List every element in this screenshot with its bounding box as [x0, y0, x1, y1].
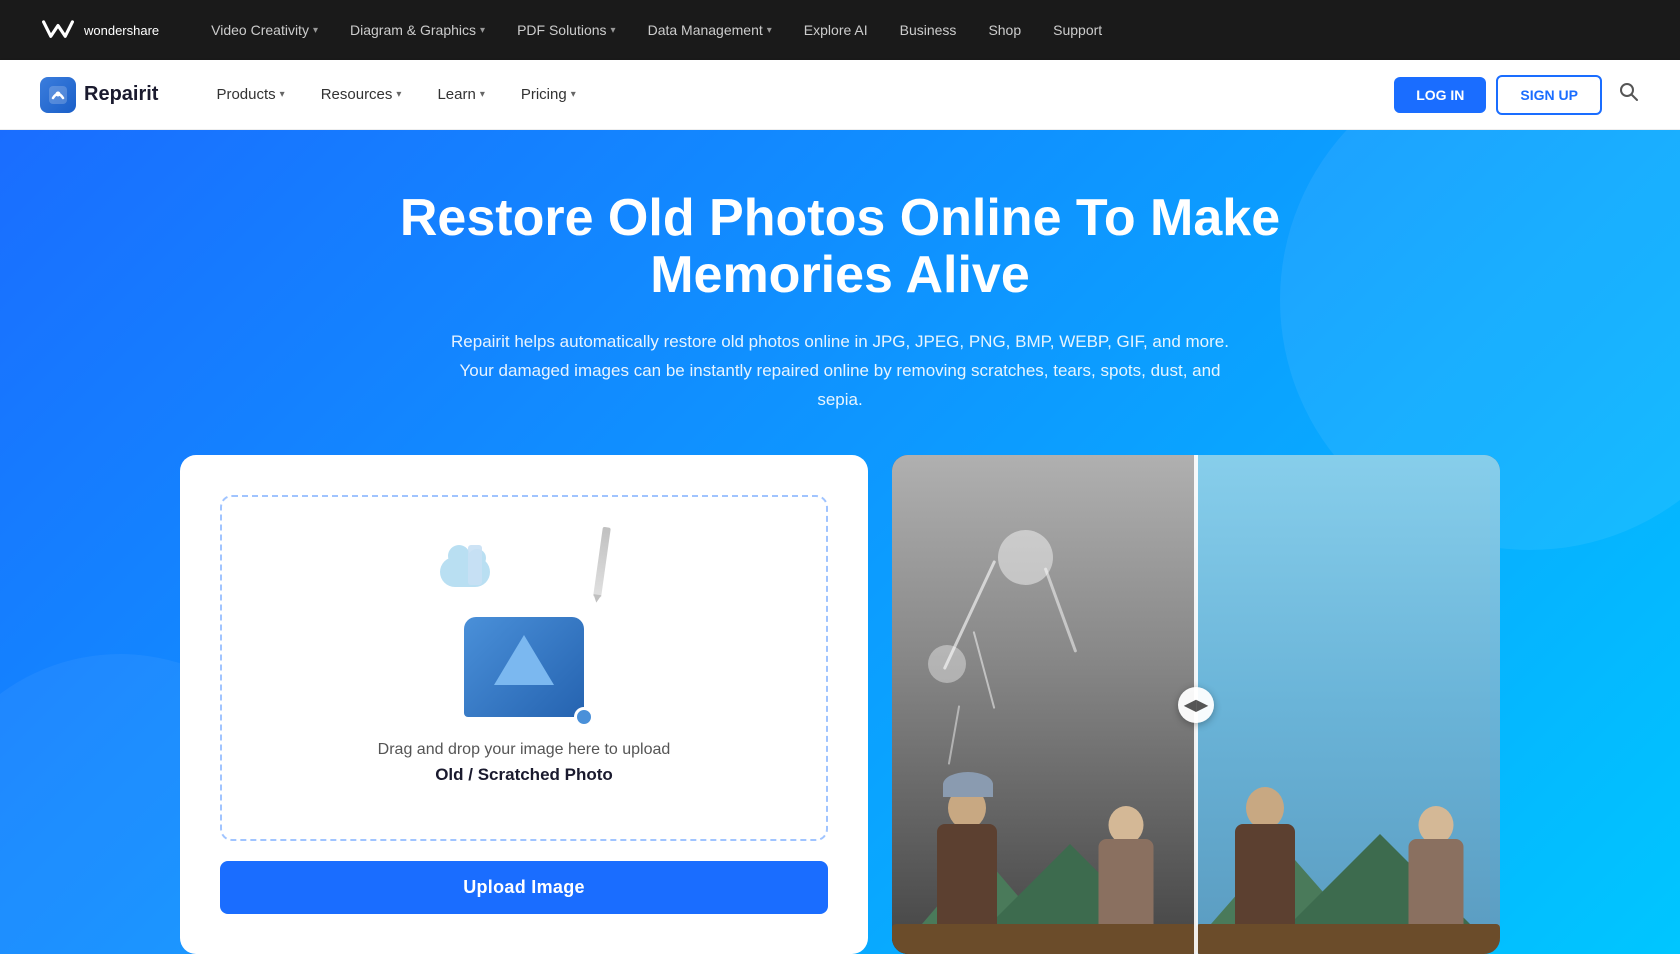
dot-decoration — [574, 707, 594, 727]
sec-nav-products[interactable]: Products ▾ — [198, 60, 302, 130]
drag-drop-label: Drag and drop your image here to upload — [378, 741, 671, 759]
sec-nav-pricing[interactable]: Pricing ▾ — [503, 60, 594, 130]
upload-type-label: Old / Scratched Photo — [435, 765, 613, 785]
triangle-icon — [494, 635, 554, 685]
hero-content-area: Drag and drop your image here to upload … — [180, 455, 1500, 954]
upload-image-button[interactable]: Upload Image — [220, 861, 828, 914]
signup-button[interactable]: SIGN UP — [1496, 75, 1602, 115]
chevron-down-icon: ▾ — [313, 25, 318, 36]
top-navigation: wondershare Video Creativity ▾ Diagram &… — [0, 0, 1680, 60]
wrench-icon — [468, 545, 482, 585]
chevron-down-icon: ▾ — [396, 89, 401, 100]
logo-text: wondershare — [84, 23, 159, 38]
after-image — [1196, 455, 1500, 954]
bench-before — [892, 924, 1196, 954]
box-illustration — [464, 617, 584, 717]
chevron-down-icon: ▾ — [480, 25, 485, 36]
sec-nav-resources[interactable]: Resources ▾ — [303, 60, 420, 130]
nav-item-shop[interactable]: Shop — [988, 22, 1021, 38]
cloud-icon — [440, 557, 490, 587]
chevron-down-icon: ▾ — [611, 25, 616, 36]
nav-item-explore-ai[interactable]: Explore AI — [804, 22, 868, 38]
wondershare-logo[interactable]: wondershare — [40, 16, 159, 44]
pencil-icon — [593, 527, 611, 597]
person-head-left — [948, 787, 986, 829]
upload-panel: Drag and drop your image here to upload … — [180, 455, 868, 954]
hero-subtitle: Repairit helps automatically restore old… — [450, 328, 1230, 415]
before-image — [892, 455, 1196, 954]
nav-item-pdf-solutions[interactable]: PDF Solutions ▾ — [517, 22, 616, 38]
chevron-down-icon: ▾ — [767, 25, 772, 36]
nav-item-video-creativity[interactable]: Video Creativity ▾ — [211, 22, 318, 38]
hero-section: Restore Old Photos Online To Make Memori… — [0, 130, 1680, 954]
search-icon[interactable] — [1618, 81, 1640, 109]
nav-item-data-management[interactable]: Data Management ▾ — [648, 22, 772, 38]
hero-title: Restore Old Photos Online To Make Memori… — [340, 190, 1340, 304]
nav-item-diagram-graphics[interactable]: Diagram & Graphics ▾ — [350, 22, 485, 38]
brand-name-label: Repairit — [84, 83, 158, 106]
chevron-down-icon: ▾ — [280, 89, 285, 100]
preview-panel: ◀▶ — [892, 455, 1500, 954]
before-after-slider-button[interactable]: ◀▶ — [1178, 687, 1214, 723]
nav-item-support[interactable]: Support — [1053, 22, 1102, 38]
login-button[interactable]: LOG IN — [1394, 77, 1486, 113]
sec-nav-learn[interactable]: Learn ▾ — [419, 60, 502, 130]
chevron-down-icon: ▾ — [480, 89, 485, 100]
chevron-down-icon: ▾ — [571, 89, 576, 100]
nav-item-business[interactable]: Business — [900, 22, 957, 38]
bench-after — [1196, 924, 1500, 954]
repairit-logo-icon — [40, 77, 76, 113]
secondary-navigation: Repairit Products ▾ Resources ▾ Learn ▾ … — [0, 60, 1680, 130]
repairit-brand-logo[interactable]: Repairit — [40, 77, 158, 113]
upload-illustration — [424, 537, 624, 717]
upload-dropzone[interactable]: Drag and drop your image here to upload … — [220, 495, 828, 841]
before-after-container: ◀▶ — [892, 455, 1500, 954]
